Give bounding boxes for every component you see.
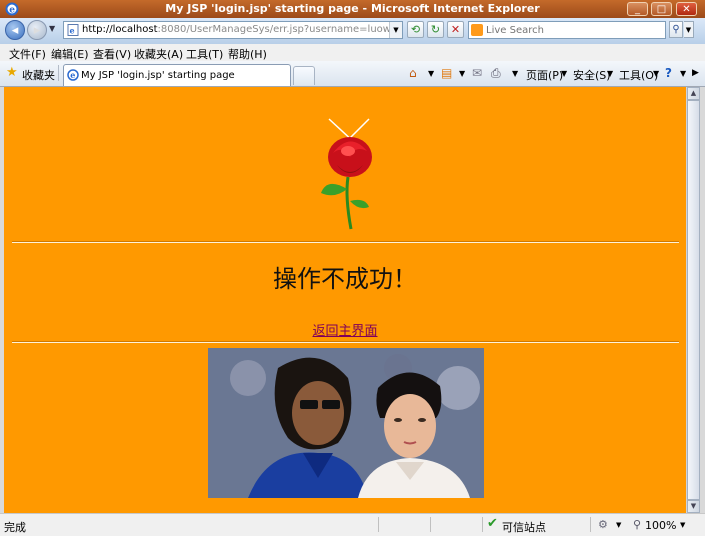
divider (58, 65, 61, 81)
status-text: 完成 (4, 521, 26, 534)
divider (378, 517, 379, 532)
mail-icon[interactable]: ✉ (472, 66, 482, 80)
new-tab-button[interactable] (293, 66, 315, 85)
address-toolbar: ◂ ▸ ▼ e http://localhost:8080/UserManage… (0, 18, 705, 44)
zoom-level[interactable]: 100% (645, 519, 676, 532)
favorites-button[interactable]: 收藏夹 (22, 67, 55, 83)
overflow-chevron-icon[interactable]: ▶ (692, 68, 699, 78)
safety-menu-button[interactable]: 安全(S) (573, 67, 611, 83)
tab-label: My JSP 'login.jsp' starting page (81, 70, 235, 81)
help-dropdown-icon[interactable]: ▼ (680, 69, 686, 78)
back-to-home-link[interactable]: 返回主界面 (4, 320, 686, 339)
menu-help[interactable]: 帮助(H) (228, 46, 267, 62)
title-bar: e My JSP 'login.jsp' starting page - Mic… (0, 0, 705, 18)
scroll-thumb[interactable] (687, 100, 700, 500)
page-content: 操作不成功！ 返回主界面 (4, 87, 686, 513)
address-dropdown-icon[interactable]: ▼ (389, 22, 402, 38)
page-icon: e (67, 24, 79, 36)
menu-edit[interactable]: 编辑(E) (51, 46, 89, 62)
tools-dropdown-icon: ▼ (653, 69, 660, 78)
rose-image (321, 118, 372, 230)
zoom-dropdown-icon[interactable]: ▼ (680, 521, 685, 529)
window-title: My JSP 'login.jsp' starting page - Micro… (165, 2, 540, 15)
scroll-down-button[interactable]: ▼ (687, 500, 700, 513)
search-dropdown-icon[interactable]: ▼ (684, 21, 694, 38)
tab-active[interactable]: e My JSP 'login.jsp' starting page (63, 64, 291, 86)
protected-mode-icon[interactable]: ⚙ (598, 518, 608, 531)
svg-text:e: e (70, 70, 75, 80)
url-text[interactable]: http://localhost:8080/UserManageSys/err.… (82, 24, 400, 35)
refresh-icon[interactable]: ↻ (427, 21, 444, 38)
divider (430, 517, 431, 532)
error-message: 操作不成功！ (273, 265, 417, 293)
print-icon[interactable]: ⎙ (491, 66, 501, 81)
history-dropdown-icon[interactable]: ▼ (49, 24, 55, 33)
forward-button[interactable]: ▸ (27, 20, 47, 40)
help-icon[interactable]: ? (665, 66, 672, 80)
protected-mode-dropdown-icon[interactable]: ▼ (616, 521, 621, 529)
menu-bar: 文件(F) 编辑(E) 查看(V) 收藏夹(A) 工具(T) 帮助(H) (0, 44, 705, 62)
favorites-star-icon[interactable]: ★ (6, 65, 18, 80)
menu-tools[interactable]: 工具(T) (186, 46, 223, 62)
stop-icon[interactable]: ✕ (447, 21, 464, 38)
close-button[interactable]: ✕ (676, 2, 697, 16)
search-icon[interactable]: ⚲ (669, 21, 683, 38)
portrait-photo (208, 348, 484, 498)
page-icon: e (67, 69, 79, 81)
home-icon[interactable]: ⌂ (409, 66, 417, 80)
divider (590, 517, 591, 532)
trusted-zone-check-icon: ✔ (487, 516, 498, 531)
menu-view[interactable]: 查看(V) (93, 46, 131, 62)
live-search-icon (471, 24, 483, 36)
back-button[interactable]: ◂ (5, 20, 25, 40)
print-dropdown-icon[interactable]: ▼ (512, 69, 518, 78)
compatibility-icon[interactable]: ⟲ (407, 21, 424, 38)
address-field[interactable]: e http://localhost:8080/UserManageSys/er… (63, 21, 403, 39)
status-bar: 完成 ✔ 可信站点 ⚙ ▼ ⚲ 100% ▼ (0, 513, 705, 536)
safety-dropdown-icon: ▼ (607, 69, 614, 78)
security-zone-label[interactable]: 可信站点 (502, 519, 546, 535)
scroll-up-button[interactable]: ▲ (687, 87, 700, 100)
menu-file[interactable]: 文件(F) (9, 46, 46, 62)
zoom-icon[interactable]: ⚲ (633, 518, 641, 531)
minimize-button[interactable]: _ (627, 2, 648, 16)
svg-text:e: e (70, 26, 75, 36)
feeds-icon[interactable]: ▤ (441, 66, 452, 80)
divider-bottom (12, 341, 679, 343)
maximize-button[interactable]: □ (651, 2, 672, 16)
tab-bar: ★ 收藏夹 e My JSP 'login.jsp' starting page… (0, 61, 705, 87)
search-input[interactable] (486, 23, 661, 37)
vertical-scrollbar[interactable]: ▲ ▼ (686, 87, 700, 513)
divider-top (12, 241, 679, 243)
menu-favorites[interactable]: 收藏夹(A) (134, 46, 183, 62)
feeds-dropdown-icon[interactable]: ▼ (459, 69, 465, 78)
divider (482, 517, 483, 532)
page-dropdown-icon: ▼ (561, 69, 568, 78)
search-field[interactable] (468, 21, 666, 39)
home-dropdown-icon[interactable]: ▼ (428, 69, 434, 78)
page-menu-button[interactable]: 页面(P) (526, 67, 563, 83)
